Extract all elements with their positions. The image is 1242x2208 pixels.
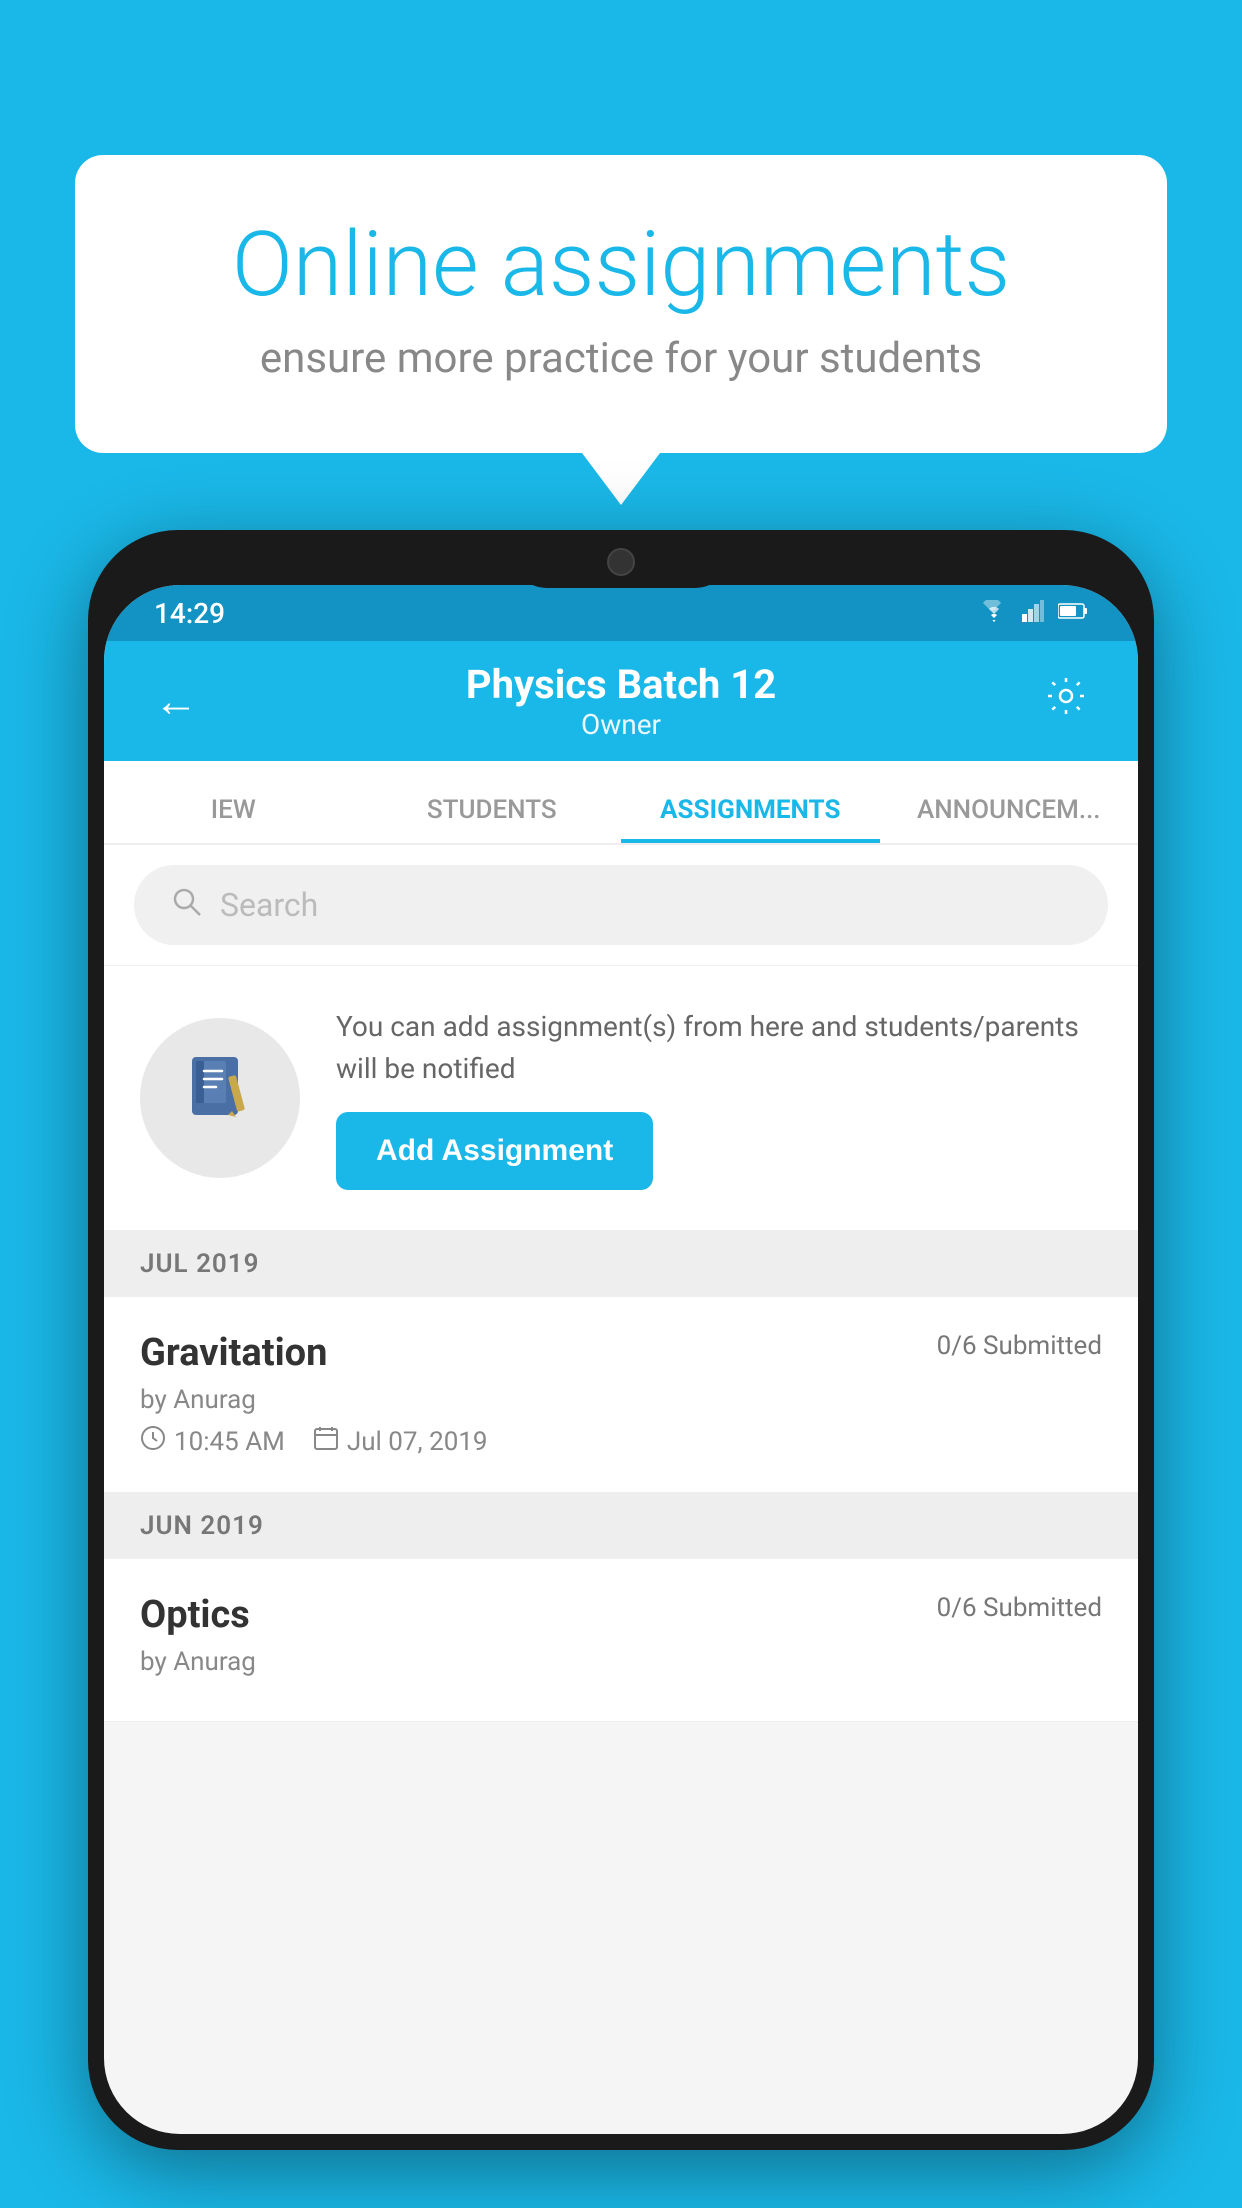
- status-bar: 14:29: [104, 585, 1138, 641]
- assignment-item-top-optics: Optics 0/6 Submitted: [140, 1593, 1102, 1637]
- assignment-item-gravitation[interactable]: Gravitation 0/6 Submitted by Anurag 10:4…: [104, 1297, 1138, 1493]
- assignment-item-optics[interactable]: Optics 0/6 Submitted by Anurag: [104, 1559, 1138, 1722]
- tab-students[interactable]: STUDENTS: [363, 795, 622, 843]
- tab-announcements[interactable]: ANNOUNCEM...: [880, 795, 1139, 843]
- batch-role: Owner: [466, 708, 776, 741]
- search-icon: [170, 885, 202, 926]
- assignment-name-optics: Optics: [140, 1593, 250, 1637]
- phone-screen: 14:29: [104, 585, 1138, 2134]
- search-placeholder: Search: [220, 886, 318, 924]
- tab-assignments[interactable]: ASSIGNMENTS: [621, 795, 880, 843]
- status-icons: [980, 600, 1088, 626]
- section-header-jul: JUL 2019: [104, 1231, 1138, 1297]
- bubble-title: Online assignments: [145, 215, 1097, 314]
- front-camera: [607, 548, 635, 576]
- add-assignment-banner: You can add assignment(s) from here and …: [104, 966, 1138, 1231]
- assignment-submitted-optics: 0/6 Submitted: [937, 1593, 1102, 1623]
- settings-icon[interactable]: [1044, 674, 1088, 729]
- search-bar[interactable]: Search: [134, 865, 1108, 945]
- meta-date: Jul 07, 2019: [313, 1425, 488, 1458]
- assignment-name: Gravitation: [140, 1331, 327, 1375]
- assignment-by-optics: by Anurag: [140, 1647, 1102, 1677]
- assignment-submitted: 0/6 Submitted: [937, 1331, 1102, 1361]
- meta-time: 10:45 AM: [140, 1425, 285, 1458]
- assignment-icon-circle: [140, 1018, 300, 1178]
- battery-icon: [1058, 602, 1088, 624]
- status-time: 14:29: [154, 597, 225, 630]
- assignment-meta: 10:45 AM Jul 07, 2019: [140, 1425, 1102, 1458]
- search-container: Search: [104, 845, 1138, 966]
- assignment-item-top: Gravitation 0/6 Submitted: [140, 1331, 1102, 1375]
- header-title-block: Physics Batch 12 Owner: [466, 661, 776, 741]
- phone-notch: [511, 530, 731, 588]
- clock-icon: [140, 1425, 166, 1458]
- speech-bubble: Online assignments ensure more practice …: [75, 155, 1167, 453]
- promo-card: Online assignments ensure more practice …: [75, 155, 1167, 453]
- calendar-icon: [313, 1425, 339, 1458]
- assignment-description: You can add assignment(s) from here and …: [336, 1006, 1102, 1090]
- phone-frame: 14:29: [88, 530, 1154, 2150]
- section-header-jun: JUN 2019: [104, 1493, 1138, 1559]
- assignment-notebook-icon: [180, 1049, 260, 1147]
- signal-icon: [1022, 600, 1044, 626]
- tab-iew[interactable]: IEW: [104, 795, 363, 843]
- app-header: ← Physics Batch 12 Owner: [104, 641, 1138, 761]
- bubble-subtitle: ensure more practice for your students: [145, 334, 1097, 383]
- assignment-by: by Anurag: [140, 1385, 1102, 1415]
- add-assignment-button[interactable]: Add Assignment: [336, 1112, 653, 1190]
- assignment-info: You can add assignment(s) from here and …: [336, 1006, 1102, 1190]
- batch-title: Physics Batch 12: [466, 661, 776, 708]
- back-button[interactable]: ←: [154, 675, 198, 727]
- wifi-icon: [980, 600, 1008, 626]
- tabs-bar: IEW STUDENTS ASSIGNMENTS ANNOUNCEM...: [104, 761, 1138, 845]
